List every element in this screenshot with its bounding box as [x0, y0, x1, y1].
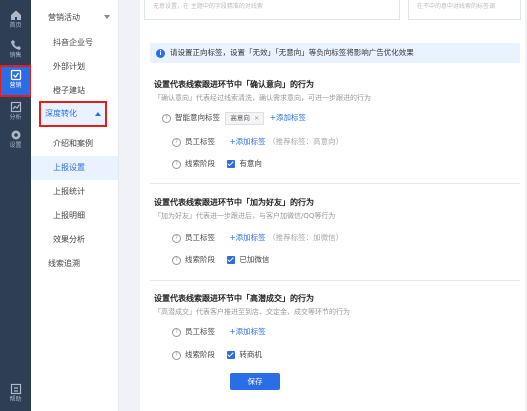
staff-tag-row: ? 员工标签 +添加标签 （推荐标签：高意向）: [172, 135, 343, 149]
sidebar-item-external-plan[interactable]: 外部计划: [31, 55, 118, 79]
help-circle-icon: ?: [172, 255, 181, 265]
staff-tag-row: ? 员工标签 +添加标签: [172, 325, 266, 339]
staff-tag-row: ? 员工标签 +添加标签 （推荐标签：加微信）: [172, 231, 343, 245]
save-button[interactable]: 保存: [230, 373, 280, 390]
checkbox-label: 已加微信: [239, 255, 270, 264]
chart-icon: [10, 101, 21, 113]
help-circle-icon: ?: [172, 350, 181, 360]
sidebar-item-label: 营销活动: [48, 13, 80, 22]
checkbox-label: 有意向: [239, 159, 262, 168]
option-card-text: 在不中的意中对线索的标签调: [417, 3, 496, 10]
phone-icon: [10, 40, 21, 50]
chevron-up-icon: [95, 112, 101, 116]
checkbox-label: 转商机: [239, 350, 262, 359]
field-label: 员工标签: [185, 233, 215, 242]
stage-row: ? 线索阶段 转商机: [172, 348, 262, 362]
help-circle-icon: ?: [172, 233, 181, 243]
sidebar-item-label: 介绍和案例: [53, 139, 93, 148]
rail-label: 销售: [9, 52, 22, 59]
field-label: 线索阶段: [185, 350, 215, 359]
field-label: 员工标签: [185, 137, 215, 146]
sidebar-item-label: 上报设置: [53, 163, 85, 172]
top-option-cards: 无意设置，在 主题中的字段精准的对线索 在不中的意中对线索的标签调: [140, 0, 525, 22]
help-circle-icon: ?: [172, 137, 181, 147]
close-icon[interactable]: ×: [254, 114, 259, 122]
tag-chip[interactable]: 高意向 ×: [225, 111, 265, 125]
rail-item-marketing[interactable]: 营销: [0, 65, 32, 97]
checkbox[interactable]: [227, 160, 236, 168]
rail-item-analysis[interactable]: 分析: [0, 98, 31, 128]
sidebar-item-orange-site[interactable]: 橙子建站: [31, 79, 118, 103]
recommend-hint: （推荐标签：加微信）: [268, 233, 344, 242]
section-title: 设置代表线索跟进环节中「确认意向」的行为: [154, 80, 314, 89]
help-icon: [10, 383, 21, 395]
rail-item-home[interactable]: 首页: [0, 6, 31, 36]
rail-label: 首页: [9, 22, 22, 29]
option-card-right[interactable]: 在不中的意中对线索的标签调: [408, 0, 521, 20]
option-card-text: 无意设置，在 主题中的字段精准的对线索: [153, 3, 263, 10]
help-circle-icon: ?: [162, 113, 171, 123]
add-tag-button[interactable]: +添加标签: [270, 113, 306, 122]
rail-item-settings[interactable]: 设置: [0, 126, 31, 156]
notice-text: 请设置正向标签，设置「无效」「无意向」等负向标签将影响广告优化效果: [170, 48, 414, 57]
sidebar-item-label: 线索追溯: [48, 259, 80, 268]
add-tag-button[interactable]: +添加标签: [229, 233, 265, 242]
sidebar-item-report-settings[interactable]: 上报设置: [31, 156, 118, 180]
sidebar-item-label: 深度转化: [45, 109, 77, 118]
main-content: 无意设置，在 主题中的字段精准的对线索 在不中的意中对线索的标签调 i 请设置正…: [130, 0, 527, 411]
sidebar-item-label: 上报统计: [53, 187, 85, 196]
home-icon: [10, 10, 21, 20]
field-label: 员工标签: [185, 327, 215, 336]
rail-item-sales[interactable]: 销售: [0, 36, 31, 66]
recommend-hint: （推荐标签：高意向）: [268, 137, 344, 146]
rail-item-help[interactable]: 帮助: [0, 380, 31, 410]
help-circle-icon: ?: [172, 159, 181, 169]
divider: [150, 280, 520, 281]
stage-row: ? 线索阶段 有意向: [172, 157, 262, 171]
chevron-down-icon: [104, 15, 110, 19]
checkbox[interactable]: [227, 351, 236, 359]
marketing-icon: [10, 69, 21, 81]
rail-label: 营销: [9, 82, 22, 89]
icon-rail: 首页 销售 营销 分析 设置 帮助: [0, 0, 32, 411]
help-circle-icon: ?: [172, 327, 181, 337]
sidebar-item-label: 抖音企业号: [53, 38, 93, 47]
section-description: 「高潜成交」代表客户推进至到店、交定金、成交等环节的行为: [154, 308, 350, 316]
sidebar-item-effect-analysis[interactable]: 效果分析: [31, 228, 118, 252]
sidebar-item-report-stats[interactable]: 上报统计: [31, 180, 118, 204]
field-label: 智能意向标签: [175, 113, 220, 122]
rail-label: 分析: [9, 114, 22, 121]
sidebar-item-report-details[interactable]: 上报明细: [31, 204, 118, 228]
stage-row: ? 线索阶段 已加微信: [172, 253, 269, 267]
sidebar-item-label: 效果分析: [53, 235, 85, 244]
notice-banner: i 请设置正向标签，设置「无效」「无意向」等负向标签将影响广告优化效果: [150, 43, 520, 63]
field-label: 线索阶段: [185, 255, 215, 264]
sidebar-item-lead-trace[interactable]: 线索追溯: [31, 252, 118, 276]
sidebar-group-campaigns[interactable]: 营销活动: [31, 6, 118, 30]
add-tag-button[interactable]: +添加标签: [229, 327, 265, 336]
settings-panel: 无意设置，在 主题中的字段精准的对线索 在不中的意中对线索的标签调 i 请设置正…: [140, 0, 525, 411]
sidebar-item-label: 橙子建站: [53, 86, 85, 95]
checkbox[interactable]: [227, 256, 236, 264]
info-icon: i: [156, 49, 165, 58]
section-title: 设置代表线索跟进环节中「加为好友」的行为: [154, 198, 314, 207]
field-label: 线索阶段: [185, 159, 215, 168]
rail-label: 帮助: [9, 396, 22, 403]
divider: [150, 183, 520, 184]
tag-text: 高意向: [230, 113, 250, 122]
add-tag-button[interactable]: +添加标签: [229, 137, 265, 146]
sidebar-item-douyin[interactable]: 抖音企业号: [31, 31, 118, 55]
sidebar-item-intro[interactable]: 介绍和案例: [31, 132, 118, 156]
sidebar-item-label: 外部计划: [53, 62, 85, 71]
secondary-sidebar: 营销活动 抖音企业号 外部计划 橙子建站 深度转化 介绍和案例 上报设置 上报统…: [31, 0, 119, 411]
section-description: 「加为好友」代表进一步跟进后，与客户加微信/QQ等行为: [154, 212, 336, 220]
smart-tag-row: ? 智能意向标签 高意向 × +添加标签: [162, 111, 306, 125]
sidebar-group-deep-conversion[interactable]: 深度转化: [39, 101, 107, 127]
option-card-left[interactable]: 无意设置，在 主题中的字段精准的对线索: [144, 0, 400, 20]
gear-icon: [11, 130, 20, 140]
section-title: 设置代表线索跟进环节中「高潜成交」的行为: [154, 294, 314, 303]
sidebar-item-label: 上报明细: [53, 211, 85, 220]
section-description: 「确认意向」代表经过线索清洗，确认需求意向，可进一步跟进的行为: [154, 94, 371, 102]
rail-label: 设置: [9, 142, 22, 149]
